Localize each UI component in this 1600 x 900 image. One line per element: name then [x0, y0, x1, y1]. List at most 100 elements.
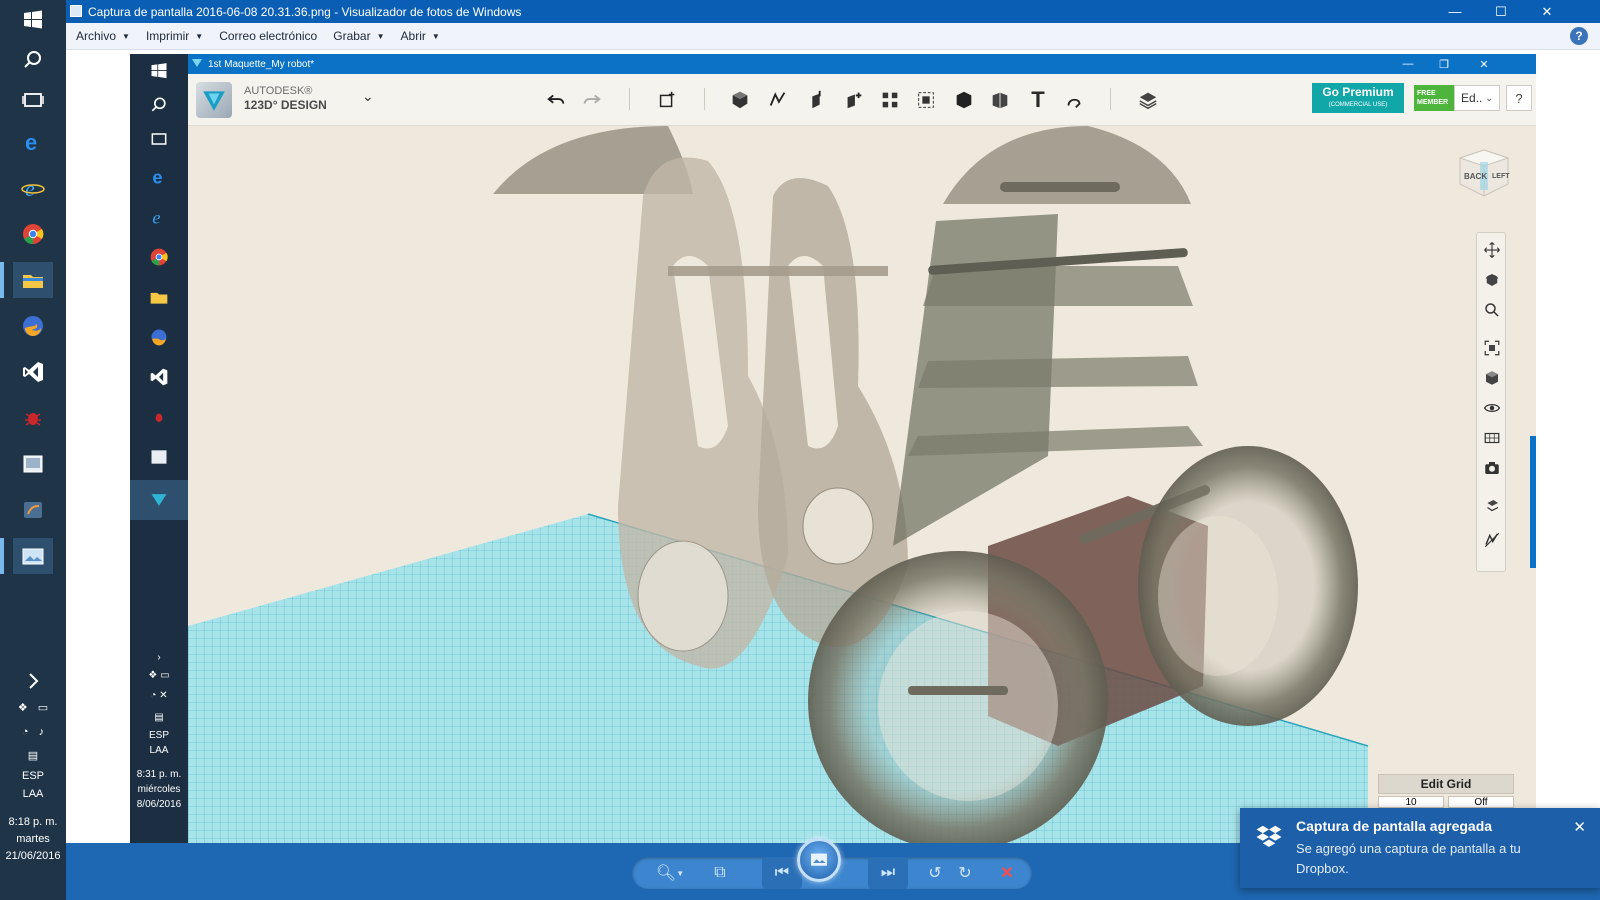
free-badge-line-2: MEMBER: [1417, 99, 1449, 106]
grid-size-value: 10: [1378, 796, 1444, 808]
firefox-developer-icon: [140, 320, 178, 354]
maximize-button[interactable]: ☐: [1478, 0, 1524, 23]
toolbar-separator: [704, 88, 705, 110]
active-app-marker: [0, 538, 4, 574]
camera-icon: [1481, 457, 1503, 479]
edit-grid-button: Edit Grid: [1378, 774, 1514, 794]
visibility-eye-icon: [1481, 397, 1503, 419]
navigation-bar: [1476, 232, 1506, 572]
construct-icon: [802, 86, 830, 114]
hide-sketches-icon: [1481, 529, 1503, 551]
file-explorer-icon[interactable]: [13, 262, 53, 298]
volume-icon[interactable]: ♪: [39, 724, 45, 740]
snap-icon: [1060, 86, 1088, 114]
next-icon[interactable]: ⏭: [868, 857, 908, 889]
slideshow-play-button[interactable]: [797, 838, 841, 882]
dropbox-notification[interactable]: Captura de pantalla agregada Se agregó u…: [1240, 808, 1600, 888]
chrome-icon[interactable]: [13, 216, 53, 252]
visual-studio-icon[interactable]: [13, 354, 53, 390]
search-icon: [140, 88, 178, 122]
menu-grabar[interactable]: Grabar ▼: [325, 29, 392, 43]
menu-archivo[interactable]: Archivo ▼: [68, 29, 138, 43]
outer-taskbar: e e ❖ ▭ ◔ ♪ ▤ ESP LAA 8:18 p. m. martes …: [0, 0, 66, 900]
menu-label: Archivo: [76, 29, 117, 43]
menu-label: Abrir: [400, 29, 426, 43]
firefox-developer-icon[interactable]: [13, 308, 53, 344]
undo-icon: [542, 86, 570, 114]
view-cube: BACK LEFT: [1454, 146, 1512, 200]
search-icon[interactable]: [13, 42, 53, 78]
input-language[interactable]: ESP: [0, 768, 66, 784]
grouping-icon: [912, 86, 940, 114]
go-premium-sub: (COMMERCIAL USE): [1328, 102, 1388, 108]
close-icon[interactable]: ✕: [1573, 818, 1586, 836]
menu-correo[interactable]: Correo electrónico: [211, 29, 325, 43]
app-titlebar: 1st Maquette_My robot* — ❐ ✕: [188, 54, 1536, 74]
visual-studio-icon: [140, 360, 178, 394]
viewcube-left-label: LEFT: [1492, 173, 1510, 180]
inner-layout: LAA: [149, 745, 169, 756]
clock-day[interactable]: martes: [0, 831, 66, 847]
zoom-magnifier-icon[interactable]: 🔍︎ ▼: [650, 857, 690, 889]
photo-viewer-app-icon: [70, 5, 82, 17]
file-explorer-icon: [140, 280, 178, 314]
battery-icon[interactable]: ▭: [38, 700, 48, 716]
transform-icon: [653, 86, 681, 114]
internet-explorer-icon[interactable]: e: [13, 170, 53, 206]
rotate-right-icon[interactable]: ↻: [950, 857, 980, 889]
account-label: Ed..: [1461, 91, 1483, 105]
3d-viewport: [188, 126, 1536, 843]
delete-icon[interactable]: ✕: [992, 857, 1022, 889]
viewer-window-title: Captura de pantalla 2016-06-08 20.31.36.…: [88, 4, 522, 19]
inner-clock-date: 8/06/2016: [136, 799, 182, 810]
action-center-icon: ▤: [154, 712, 164, 723]
combine-icon: [950, 86, 978, 114]
view-mode-icon: [1481, 367, 1503, 389]
bug-app-icon[interactable]: [13, 400, 53, 436]
windows-start-icon[interactable]: [13, 2, 53, 38]
notification-body: Se agregó una captura de pantalla a tu D…: [1296, 841, 1521, 876]
task-view-icon[interactable]: [13, 82, 53, 118]
redo-icon: [578, 86, 606, 114]
edge-icon[interactable]: e: [13, 124, 53, 160]
app-window-title: 1st Maquette_My robot*: [208, 58, 315, 70]
dropbox-tray-icon[interactable]: ❖: [18, 700, 28, 716]
previous-icon[interactable]: ⏮: [762, 857, 802, 889]
sublime-like-app-icon[interactable]: [13, 492, 53, 528]
rotate-left-icon[interactable]: ↺: [920, 857, 950, 889]
viewer-titlebar: Captura de pantalla 2016-06-08 20.31.36.…: [66, 0, 1600, 23]
chevron-right-icon: ›: [157, 652, 161, 663]
inner-clock-day: miércoles: [137, 784, 181, 795]
menu-imprimir[interactable]: Imprimir ▼: [138, 29, 211, 43]
sketch-icon: [764, 86, 792, 114]
show-hidden-icons-chevron-icon[interactable]: [13, 668, 53, 694]
app-close-button: ✕: [1479, 58, 1489, 71]
close-button[interactable]: ✕: [1524, 0, 1570, 23]
grid-snap-value: Off: [1448, 796, 1514, 808]
menu-abrir[interactable]: Abrir ▼: [393, 29, 448, 43]
clock-date[interactable]: 21/06/2016: [0, 848, 66, 864]
minimize-button[interactable]: —: [1432, 0, 1478, 23]
orbit-icon: [1481, 269, 1503, 291]
inner-taskbar: e e › ❖ ▭ ◔ ✕ ▤ ESP LAA 8:31 p. m. miérc…: [130, 54, 188, 843]
wifi-icon[interactable]: ◔: [22, 724, 29, 740]
right-head-shell: [943, 126, 1191, 204]
action-center-icon[interactable]: ▤: [0, 748, 66, 764]
photo-viewer-icon[interactable]: [13, 538, 53, 574]
actual-size-icon[interactable]: ⧉: [704, 857, 736, 889]
chevron-down-icon: ⌄: [1485, 92, 1493, 103]
clock-time[interactable]: 8:18 p. m.: [0, 814, 66, 830]
photos-app-icon[interactable]: [13, 446, 53, 482]
help-icon[interactable]: ?: [1570, 27, 1588, 45]
app-toolbar: AUTODESK® 123D° DESIGN ⌄ T Go Premium (C…: [188, 74, 1536, 126]
chevron-down-icon: ▼: [195, 31, 204, 41]
inner-language: ESP: [148, 730, 169, 741]
menu-label: Grabar: [333, 29, 371, 43]
windows-start-icon: [140, 54, 178, 88]
tray-icons-row-2: ◔ ♪: [0, 724, 66, 740]
keyboard-layout[interactable]: LAA: [0, 786, 66, 802]
menu-label: Imprimir: [145, 29, 190, 43]
slideshow-icon: [811, 853, 827, 866]
svg-text:e: e: [25, 176, 35, 200]
tray-icons: ❖ ▭: [148, 670, 170, 681]
